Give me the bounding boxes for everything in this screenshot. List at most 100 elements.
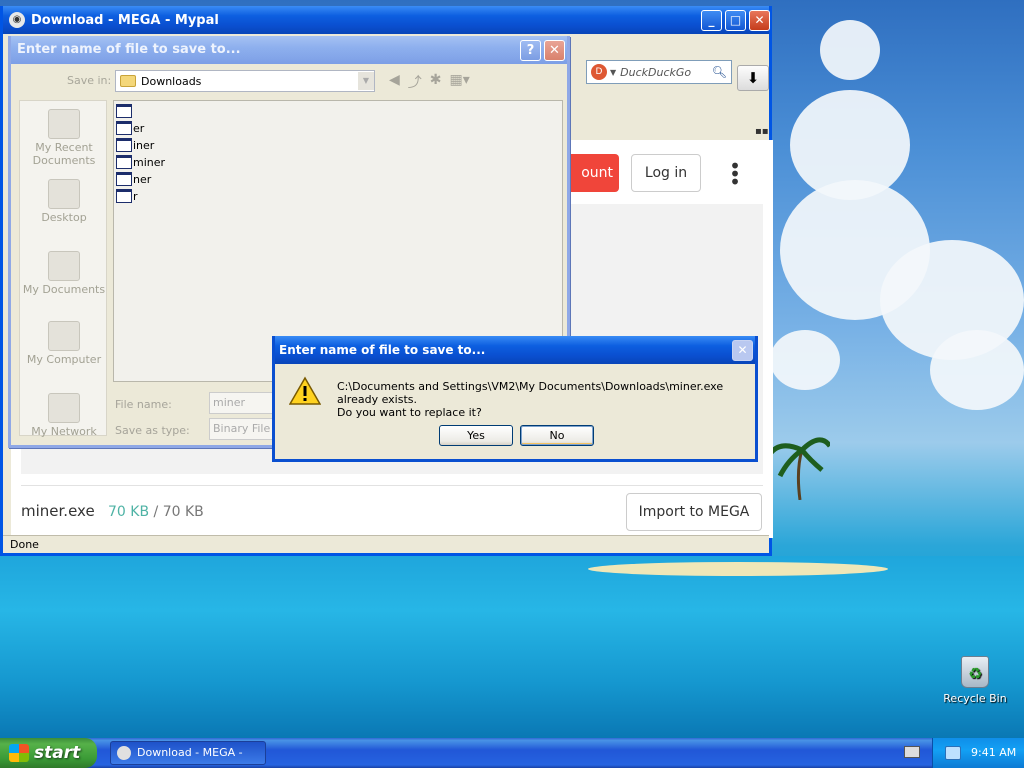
confirm-message: C:\Documents and Settings\VM2\My Documen… bbox=[337, 380, 755, 419]
chevron-down-icon[interactable]: ▼ bbox=[358, 72, 374, 90]
my-network-icon bbox=[48, 393, 80, 423]
network-icon[interactable] bbox=[945, 746, 961, 760]
cloud bbox=[820, 20, 880, 80]
island bbox=[588, 562, 888, 576]
new-folder-icon[interactable]: ✱ bbox=[430, 72, 442, 92]
status-bar: Done bbox=[3, 535, 769, 553]
warning-icon bbox=[289, 376, 321, 405]
taskbar-item-browser[interactable]: Download - MEGA - M... bbox=[110, 741, 266, 765]
file-name-field[interactable]: miner bbox=[209, 392, 275, 414]
login-button[interactable]: Log in bbox=[631, 154, 701, 192]
cloud bbox=[930, 330, 1024, 410]
places-bar: My Recent Documents Desktop My Documents… bbox=[19, 100, 108, 438]
grid-icon: ▪▪ bbox=[755, 126, 769, 137]
size-separator: / bbox=[153, 504, 159, 520]
place-my-documents[interactable]: My Documents bbox=[20, 251, 108, 296]
download-arrow-icon: ⬇ bbox=[746, 69, 760, 87]
size-total: 70 KB bbox=[162, 504, 204, 520]
back-icon[interactable]: ◀ bbox=[389, 72, 400, 92]
file-icon bbox=[116, 172, 132, 186]
sea bbox=[0, 556, 1024, 738]
confirm-message-line2: Do you want to replace it? bbox=[337, 406, 482, 419]
list-item[interactable]: iner bbox=[116, 137, 154, 153]
place-label: Desktop bbox=[41, 211, 87, 224]
place-recent[interactable]: My Recent Documents bbox=[20, 109, 108, 167]
save-as-type-label: Save as type: bbox=[115, 424, 190, 437]
desktop-icon bbox=[48, 179, 80, 209]
create-account-button[interactable]: ount bbox=[567, 154, 619, 192]
maximize-button[interactable]: □ bbox=[725, 10, 746, 31]
save-in-dropdown[interactable]: Downloads ▼ bbox=[115, 70, 375, 92]
more-options-icon[interactable]: • • • bbox=[729, 156, 741, 192]
file-row: miner.exe 70 KB / 70 KB Import to MEGA bbox=[21, 485, 763, 537]
file-icon bbox=[116, 104, 132, 118]
place-desktop[interactable]: Desktop bbox=[20, 179, 108, 224]
save-as-type-dropdown[interactable]: Binary File bbox=[209, 418, 275, 440]
taskbar: start Download - MEGA - M... 9:41 AM bbox=[0, 738, 1024, 768]
file-icon bbox=[116, 155, 132, 169]
save-dialog-titlebar[interactable]: Enter name of file to save to... ? ✕ bbox=[11, 36, 567, 64]
recycle-bin-label: Recycle Bin bbox=[943, 692, 1007, 705]
confirm-dialog-title: Enter name of file to save to... bbox=[279, 343, 486, 357]
place-my-network[interactable]: My Network bbox=[20, 393, 108, 438]
cloud bbox=[770, 330, 840, 390]
my-documents-icon bbox=[48, 251, 80, 281]
save-dialog-title: Enter name of file to save to... bbox=[17, 42, 241, 57]
search-input[interactable]: DuckDuckGo bbox=[620, 66, 712, 79]
my-computer-icon bbox=[48, 321, 80, 351]
recycle-bin-icon: ♻ bbox=[961, 656, 989, 688]
windows-logo-icon bbox=[9, 744, 29, 762]
chevron-down-icon[interactable]: ▼ bbox=[610, 68, 616, 77]
confirm-message-line1: C:\Documents and Settings\VM2\My Documen… bbox=[337, 380, 724, 406]
system-tray: 9:41 AM bbox=[932, 738, 1024, 768]
save-dialog-close-button[interactable]: ✕ bbox=[544, 40, 565, 61]
file-icon bbox=[116, 189, 132, 203]
folder-icon bbox=[120, 75, 136, 87]
confirm-dialog-titlebar[interactable]: Enter name of file to save to... ✕ bbox=[275, 336, 755, 364]
list-item[interactable] bbox=[116, 103, 133, 119]
yes-button[interactable]: Yes bbox=[439, 425, 513, 446]
place-label: My Computer bbox=[26, 353, 102, 366]
place-label: My Recent Documents bbox=[32, 141, 96, 167]
keyboard-icon[interactable] bbox=[904, 746, 920, 758]
search-icon[interactable]: 🔍︎ bbox=[712, 65, 727, 79]
taskbar-item-label: Download - MEGA - M... bbox=[137, 746, 243, 759]
list-item[interactable]: ner bbox=[116, 171, 151, 187]
file-icon bbox=[116, 121, 132, 135]
downloads-button[interactable]: ⬇ bbox=[737, 65, 769, 91]
view-menu-icon[interactable]: ▦▾ bbox=[450, 72, 470, 92]
minimize-button[interactable]: _ bbox=[701, 10, 722, 31]
browser-title: Download - MEGA - Mypal bbox=[31, 12, 219, 28]
import-to-mega-button[interactable]: Import to MEGA bbox=[626, 493, 762, 531]
no-button[interactable]: No bbox=[520, 425, 594, 446]
size-downloaded: 70 KB bbox=[108, 504, 150, 520]
duckduckgo-icon: D bbox=[591, 64, 607, 80]
recent-documents-icon bbox=[48, 109, 80, 139]
confirm-dialog: Enter name of file to save to... ✕ C:\Do… bbox=[272, 336, 758, 462]
close-button[interactable]: ✕ bbox=[749, 10, 770, 31]
start-label: start bbox=[34, 743, 81, 763]
recycle-bin[interactable]: ♻ Recycle Bin bbox=[940, 656, 1010, 705]
list-item[interactable]: r bbox=[116, 188, 138, 204]
folder-toolbar: ◀ ⤴ ✱ ▦▾ bbox=[389, 72, 470, 92]
file-size: 70 KB / 70 KB bbox=[108, 504, 204, 520]
place-label: My Documents bbox=[22, 283, 106, 296]
palm-tree-icon bbox=[770, 437, 830, 500]
up-folder-icon[interactable]: ⤴ bbox=[408, 72, 422, 92]
list-item[interactable]: er bbox=[116, 120, 144, 136]
clock[interactable]: 9:41 AM bbox=[971, 738, 1016, 768]
help-button[interactable]: ? bbox=[520, 40, 541, 61]
start-button[interactable]: start bbox=[0, 738, 97, 768]
save-in-value: Downloads bbox=[141, 74, 202, 88]
mypal-icon: ◉ bbox=[9, 12, 25, 28]
place-label: My Network bbox=[31, 425, 97, 438]
place-my-computer[interactable]: My Computer bbox=[20, 321, 108, 366]
file-name: miner.exe bbox=[21, 502, 95, 520]
file-icon bbox=[116, 138, 132, 152]
mypal-icon bbox=[117, 746, 131, 760]
search-box[interactable]: D ▼ DuckDuckGo 🔍︎ bbox=[586, 60, 732, 84]
list-item[interactable]: miner bbox=[116, 154, 165, 170]
confirm-close-button[interactable]: ✕ bbox=[732, 340, 753, 361]
file-name-label: File name: bbox=[115, 398, 172, 411]
browser-titlebar[interactable]: ◉ Download - MEGA - Mypal _ □ ✕ bbox=[3, 6, 770, 34]
